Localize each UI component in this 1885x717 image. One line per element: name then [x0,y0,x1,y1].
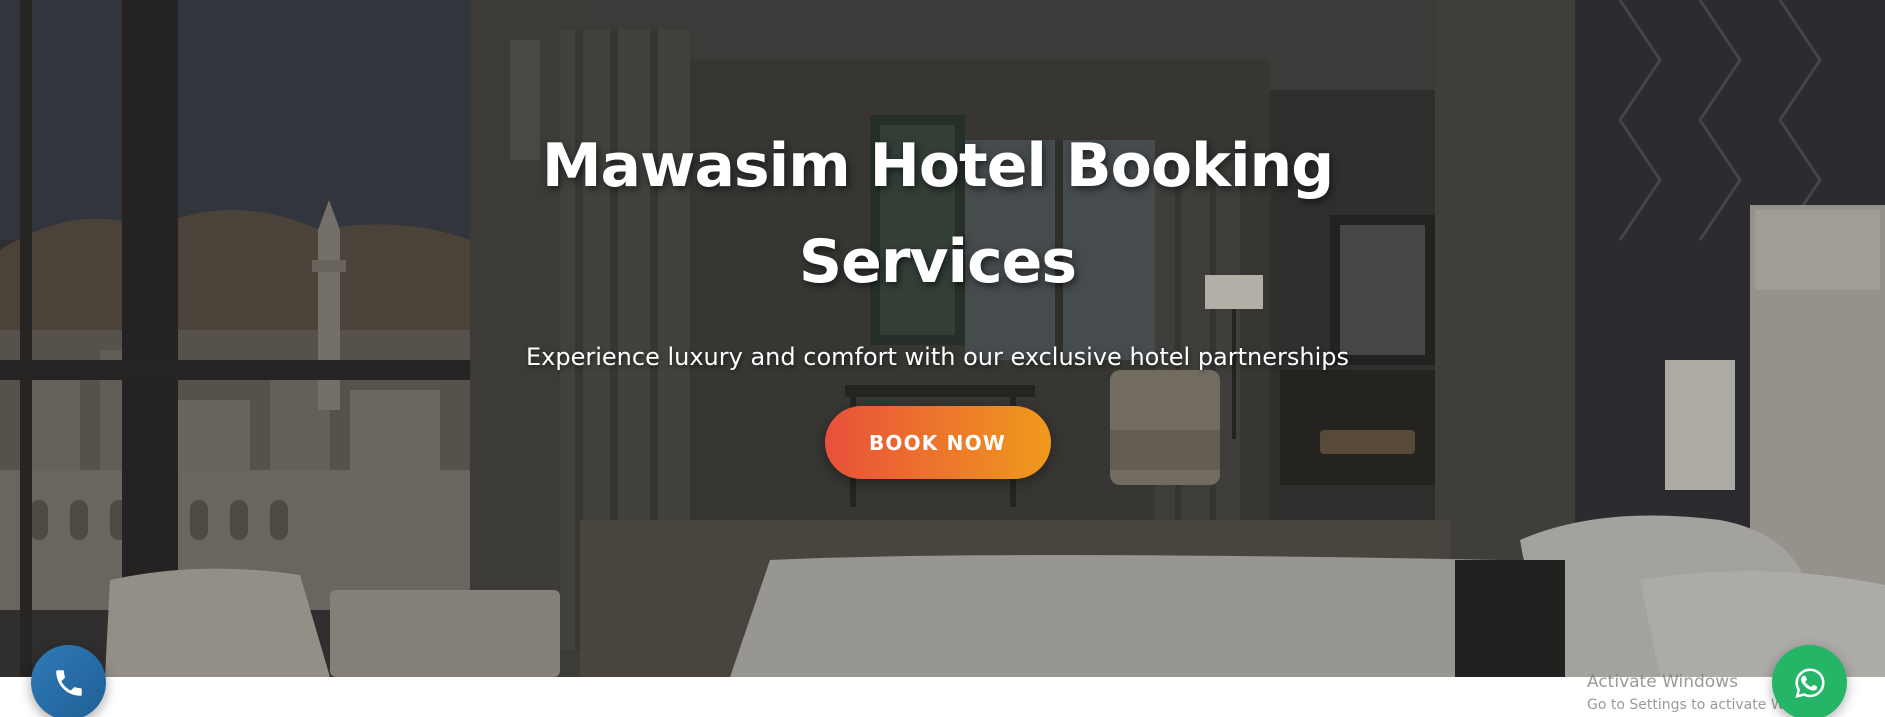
phone-icon [55,669,82,696]
page: Mawasim Hotel Booking Services Experienc… [0,0,1885,717]
hero-title: Mawasim Hotel Booking Services [541,131,1334,297]
hero-subtitle: Experience luxury and comfort with our e… [526,343,1349,371]
book-now-button[interactable]: BOOK NOW [824,406,1051,479]
hero-section: Mawasim Hotel Booking Services Experienc… [0,0,1885,677]
hero-content: Mawasim Hotel Booking Services Experienc… [0,118,1875,479]
call-button[interactable] [31,645,106,717]
whatsapp-button[interactable] [1772,645,1847,717]
whatsapp-icon [1794,667,1825,698]
